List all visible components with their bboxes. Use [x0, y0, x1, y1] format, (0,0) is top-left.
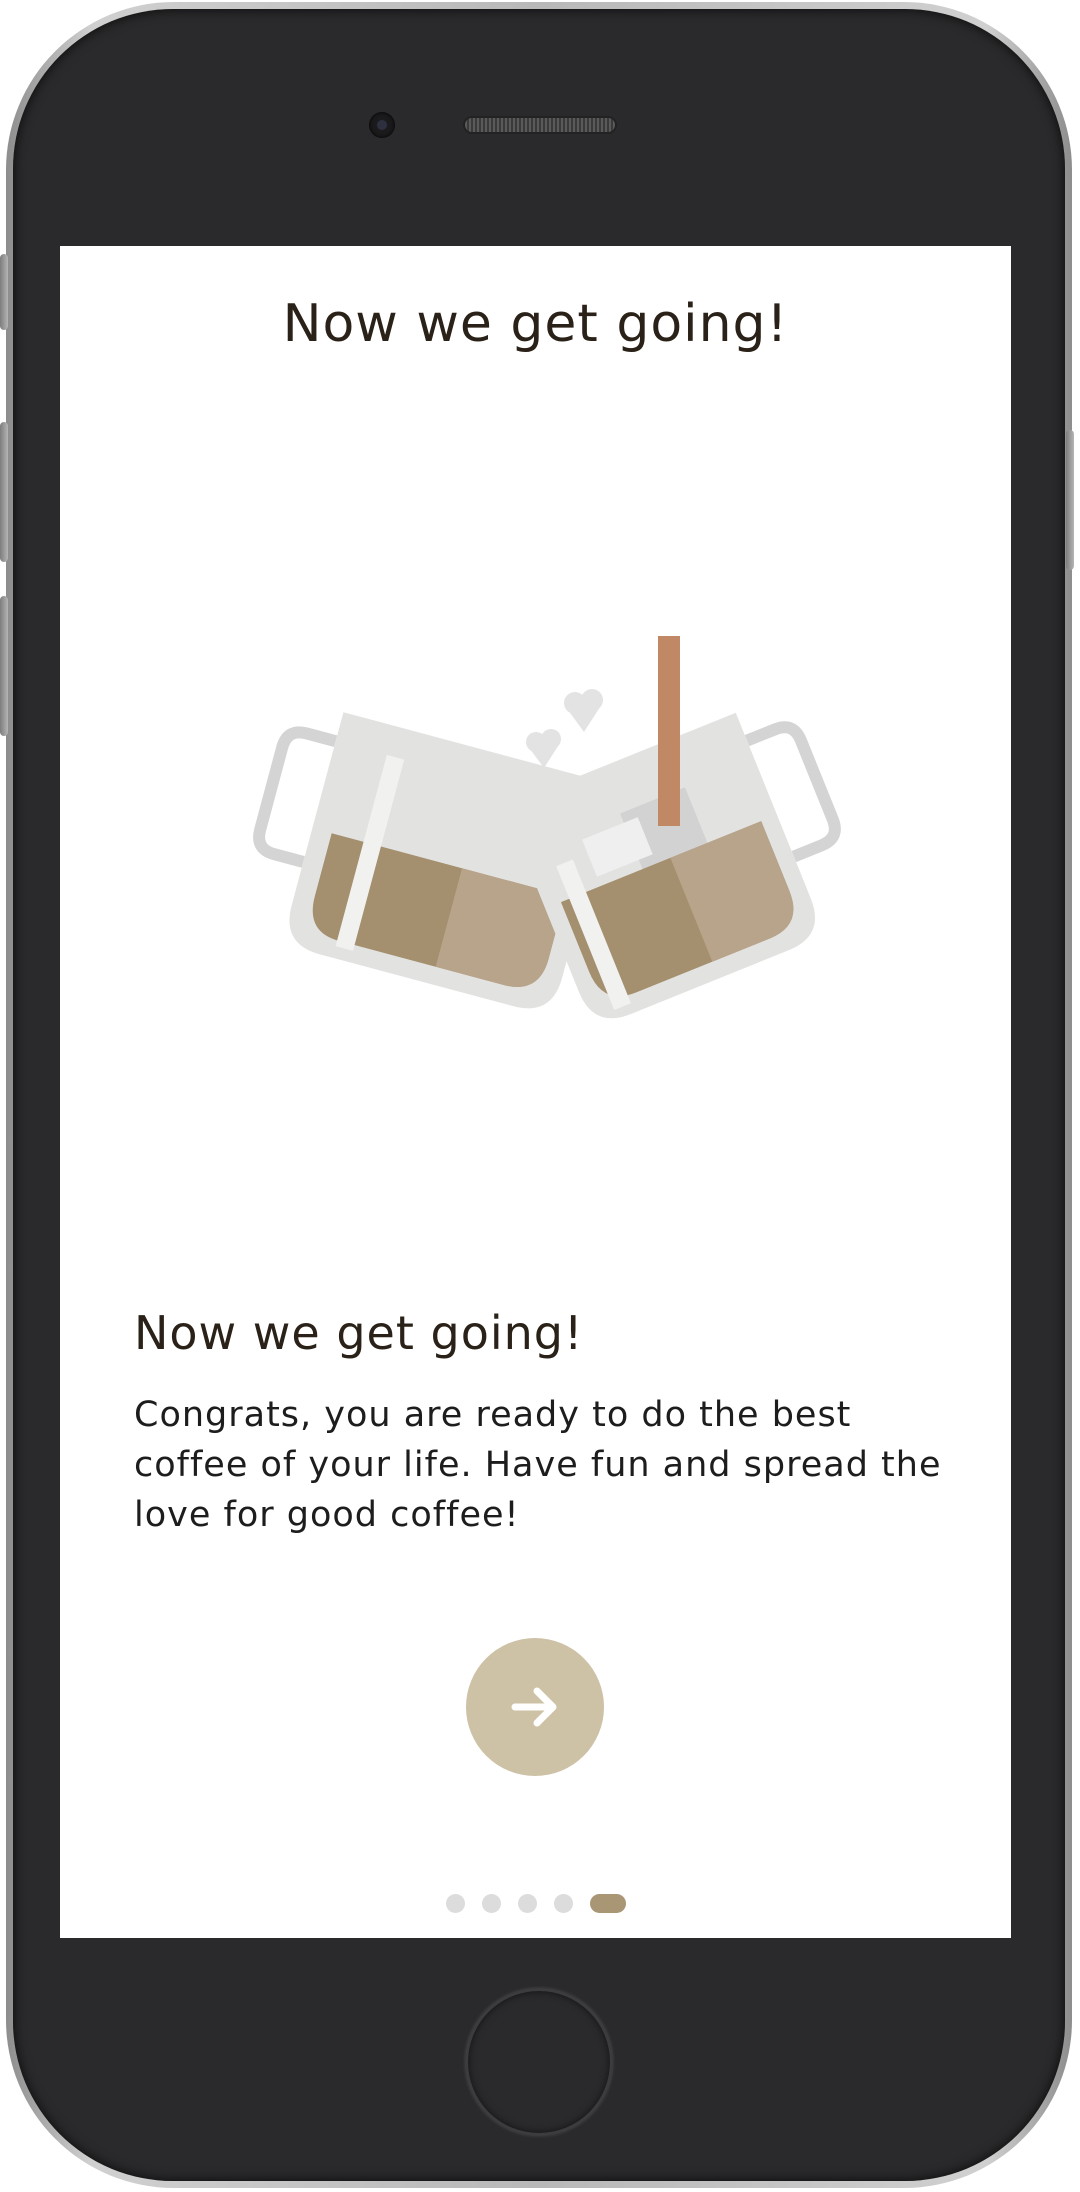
description-text: Congrats, you are ready to do the best c… — [134, 1395, 942, 1535]
home-button[interactable] — [465, 1988, 613, 2136]
heart-icon — [564, 689, 603, 732]
page-dot-1[interactable] — [445, 1894, 465, 1913]
front-camera — [369, 112, 395, 138]
page-dot-4[interactable] — [553, 1894, 573, 1913]
pagination-dots — [60, 1894, 1011, 1913]
onboarding-screen: Now we get going! Now we get going! Cong… — [60, 246, 1011, 1938]
section-heading: Now we get going! — [134, 1306, 584, 1360]
next-button[interactable] — [466, 1638, 604, 1776]
arrow-right-icon — [511, 1687, 557, 1727]
power-button — [1066, 430, 1074, 570]
page-dot-3[interactable] — [517, 1894, 537, 1913]
volume-up-button — [0, 422, 8, 562]
volume-down-button — [0, 596, 8, 736]
page-dot-5-active[interactable] — [589, 1894, 626, 1913]
mute-switch — [0, 254, 8, 330]
coffee-mugs-illustration — [253, 636, 841, 1019]
heart-icon — [526, 729, 561, 768]
page-dot-2[interactable] — [481, 1894, 501, 1913]
earpiece-speaker — [463, 116, 617, 134]
stirrer — [658, 636, 680, 826]
page-title: Now we get going! — [282, 294, 789, 354]
